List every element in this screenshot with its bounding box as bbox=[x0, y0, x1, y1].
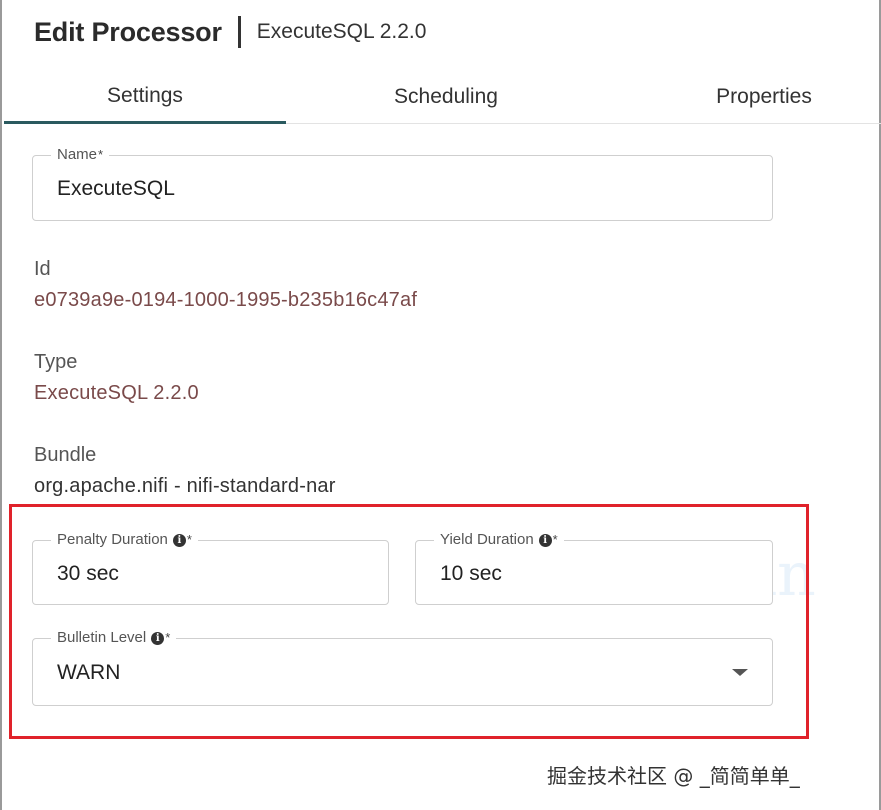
tab-properties[interactable]: Properties bbox=[644, 70, 881, 124]
bundle-label: Bundle bbox=[34, 444, 97, 466]
dialog-subtitle: ExecuteSQL 2.2.0 bbox=[256, 20, 427, 43]
tab-settings-label: Settings bbox=[107, 83, 183, 107]
dialog-title: Edit Processor bbox=[34, 16, 222, 47]
name-field-label: Name * bbox=[51, 146, 110, 164]
title-separator bbox=[237, 16, 241, 48]
highlight-annotation-box bbox=[9, 504, 809, 739]
tab-scheduling-label: Scheduling bbox=[394, 85, 498, 108]
tab-scheduling[interactable]: Scheduling bbox=[304, 70, 588, 124]
name-field[interactable]: Name * ExecuteSQL bbox=[32, 146, 773, 221]
tab-properties-label: Properties bbox=[716, 85, 812, 108]
dialog-header: Edit Processor ExecuteSQL 2.2.0 bbox=[34, 12, 426, 52]
id-block: Id e0739a9e-0194-1000-1995-b235b16c47af bbox=[34, 258, 417, 312]
tab-settings[interactable]: Settings bbox=[4, 70, 286, 124]
bundle-value: org.apache.nifi - nifi-standard-nar bbox=[34, 475, 336, 497]
credit-watermark: 掘金技术社区 @ _简简单单_ bbox=[547, 764, 800, 788]
type-label: Type bbox=[34, 351, 78, 373]
id-label: Id bbox=[34, 258, 51, 280]
dialog-frame: Edit Processor ExecuteSQL 2.2.0 Settings… bbox=[0, 0, 881, 810]
tab-bar: Settings Scheduling Properties bbox=[4, 70, 881, 124]
name-field-value[interactable]: ExecuteSQL bbox=[57, 177, 175, 201]
bundle-block: Bundle org.apache.nifi - nifi-standard-n… bbox=[34, 444, 336, 498]
id-value: e0739a9e-0194-1000-1995-b235b16c47af bbox=[34, 289, 418, 311]
type-value: ExecuteSQL 2.2.0 bbox=[34, 382, 199, 404]
type-block: Type ExecuteSQL 2.2.0 bbox=[34, 351, 199, 405]
